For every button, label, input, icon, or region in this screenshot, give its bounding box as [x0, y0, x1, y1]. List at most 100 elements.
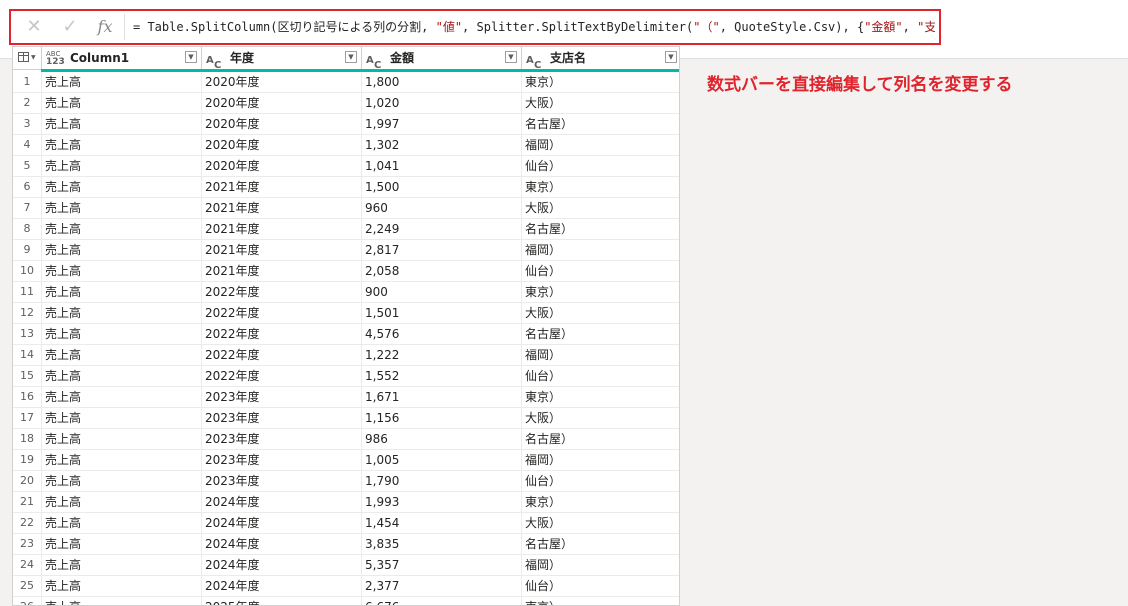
- row-number[interactable]: 12: [13, 303, 41, 323]
- cell-amount[interactable]: 1,005: [361, 450, 521, 470]
- column-header-amount[interactable]: AC 金額 ▼: [361, 47, 521, 71]
- cell-amount[interactable]: 1,454: [361, 513, 521, 533]
- cell-year[interactable]: 2023年度: [201, 387, 361, 407]
- cell-branch[interactable]: 福岡）: [521, 135, 679, 155]
- cell-year[interactable]: 2021年度: [201, 219, 361, 239]
- row-number[interactable]: 4: [13, 135, 41, 155]
- type-text-icon[interactable]: AC: [204, 50, 226, 71]
- row-number[interactable]: 10: [13, 261, 41, 281]
- cell-column1[interactable]: 売上高: [41, 177, 201, 197]
- filter-dropdown-icon[interactable]: ▼: [185, 51, 197, 63]
- cell-branch[interactable]: 東京）: [521, 492, 679, 512]
- cell-branch[interactable]: 名古屋）: [521, 534, 679, 554]
- cell-amount[interactable]: 2,058: [361, 261, 521, 281]
- cell-branch[interactable]: 大阪）: [521, 303, 679, 323]
- type-text-icon[interactable]: AC: [364, 50, 386, 71]
- cell-column1[interactable]: 売上高: [41, 282, 201, 302]
- cell-column1[interactable]: 売上高: [41, 555, 201, 575]
- cell-column1[interactable]: 売上高: [41, 387, 201, 407]
- cell-year[interactable]: 2023年度: [201, 429, 361, 449]
- table-row[interactable]: 9 売上高 2021年度 2,817 福岡）: [13, 240, 679, 261]
- cell-year[interactable]: 2020年度: [201, 156, 361, 176]
- cell-year[interactable]: 2023年度: [201, 471, 361, 491]
- cell-branch[interactable]: 福岡）: [521, 240, 679, 260]
- cell-branch[interactable]: 東京）: [521, 387, 679, 407]
- cell-amount[interactable]: 1,156: [361, 408, 521, 428]
- cell-column1[interactable]: 売上高: [41, 198, 201, 218]
- cell-year[interactable]: 2021年度: [201, 261, 361, 281]
- cell-column1[interactable]: 売上高: [41, 219, 201, 239]
- cell-year[interactable]: 2023年度: [201, 408, 361, 428]
- cell-column1[interactable]: 売上高: [41, 534, 201, 554]
- commit-icon[interactable]: ✓: [59, 17, 81, 37]
- cell-branch[interactable]: 東京）: [521, 72, 679, 92]
- cell-column1[interactable]: 売上高: [41, 492, 201, 512]
- table-row[interactable]: 23 売上高 2024年度 3,835 名古屋）: [13, 534, 679, 555]
- cell-branch[interactable]: 大阪）: [521, 93, 679, 113]
- table-row[interactable]: 7 売上高 2021年度 960 大阪）: [13, 198, 679, 219]
- cell-amount[interactable]: 1,993: [361, 492, 521, 512]
- filter-dropdown-icon[interactable]: ▼: [505, 51, 517, 63]
- cell-branch[interactable]: 東京）: [521, 282, 679, 302]
- cell-year[interactable]: 2024年度: [201, 555, 361, 575]
- cell-column1[interactable]: 売上高: [41, 240, 201, 260]
- cell-column1[interactable]: 売上高: [41, 429, 201, 449]
- cell-year[interactable]: 2024年度: [201, 576, 361, 596]
- column-header-column1[interactable]: ABC 123 Column1 ▼: [41, 47, 201, 69]
- cell-column1[interactable]: 売上高: [41, 471, 201, 491]
- cell-column1[interactable]: 売上高: [41, 303, 201, 323]
- cell-amount[interactable]: 960: [361, 198, 521, 218]
- cell-year[interactable]: 2024年度: [201, 534, 361, 554]
- cell-year[interactable]: 2024年度: [201, 513, 361, 533]
- cell-year[interactable]: 2024年度: [201, 492, 361, 512]
- cell-branch[interactable]: 大阪）: [521, 513, 679, 533]
- table-row[interactable]: 11 売上高 2022年度 900 東京）: [13, 282, 679, 303]
- table-row[interactable]: 15 売上高 2022年度 1,552 仙台）: [13, 366, 679, 387]
- cell-column1[interactable]: 売上高: [41, 366, 201, 386]
- cell-amount[interactable]: 986: [361, 429, 521, 449]
- cell-year[interactable]: 2021年度: [201, 177, 361, 197]
- table-row[interactable]: 14 売上高 2022年度 1,222 福岡）: [13, 345, 679, 366]
- cell-amount[interactable]: 1,800: [361, 72, 521, 92]
- cell-year[interactable]: 2023年度: [201, 450, 361, 470]
- cell-branch[interactable]: 福岡）: [521, 450, 679, 470]
- cell-year[interactable]: 2022年度: [201, 366, 361, 386]
- row-number[interactable]: 1: [13, 72, 41, 92]
- table-row[interactable]: 17 売上高 2023年度 1,156 大阪）: [13, 408, 679, 429]
- cell-year[interactable]: 2022年度: [201, 324, 361, 344]
- row-number[interactable]: 24: [13, 555, 41, 575]
- row-number[interactable]: 21: [13, 492, 41, 512]
- row-number[interactable]: 23: [13, 534, 41, 554]
- cell-branch[interactable]: 名古屋）: [521, 219, 679, 239]
- table-row[interactable]: 13 売上高 2022年度 4,576 名古屋）: [13, 324, 679, 345]
- cell-year[interactable]: 2021年度: [201, 198, 361, 218]
- filter-dropdown-icon[interactable]: ▼: [665, 51, 677, 63]
- row-number[interactable]: 17: [13, 408, 41, 428]
- cancel-icon[interactable]: ✕: [23, 17, 45, 37]
- cell-column1[interactable]: 売上高: [41, 93, 201, 113]
- cell-column1[interactable]: 売上高: [41, 135, 201, 155]
- cell-amount[interactable]: 1,671: [361, 387, 521, 407]
- cell-year[interactable]: 2022年度: [201, 345, 361, 365]
- cell-branch[interactable]: 仙台）: [521, 261, 679, 281]
- table-row[interactable]: 18 売上高 2023年度 986 名古屋）: [13, 429, 679, 450]
- table-row[interactable]: 12 売上高 2022年度 1,501 大阪）: [13, 303, 679, 324]
- cell-year[interactable]: 2020年度: [201, 93, 361, 113]
- cell-branch[interactable]: 福岡）: [521, 345, 679, 365]
- cell-amount[interactable]: 5,357: [361, 555, 521, 575]
- row-number[interactable]: 11: [13, 282, 41, 302]
- cell-amount[interactable]: 900: [361, 282, 521, 302]
- cell-branch[interactable]: 東京）: [521, 177, 679, 197]
- cell-column1[interactable]: 売上高: [41, 450, 201, 470]
- row-number[interactable]: 2: [13, 93, 41, 113]
- column-header-year[interactable]: AC 年度 ▼: [201, 47, 361, 71]
- cell-column1[interactable]: 売上高: [41, 156, 201, 176]
- cell-column1[interactable]: 売上高: [41, 513, 201, 533]
- cell-amount[interactable]: 1,552: [361, 366, 521, 386]
- table-row[interactable]: 4 売上高 2020年度 1,302 福岡）: [13, 135, 679, 156]
- row-number[interactable]: 3: [13, 114, 41, 134]
- row-number[interactable]: 8: [13, 219, 41, 239]
- row-number[interactable]: 18: [13, 429, 41, 449]
- formula-input[interactable]: = Table.SplitColumn(区切り記号による列の分割, "値", S…: [124, 14, 935, 40]
- cell-column1[interactable]: 売上高: [41, 324, 201, 344]
